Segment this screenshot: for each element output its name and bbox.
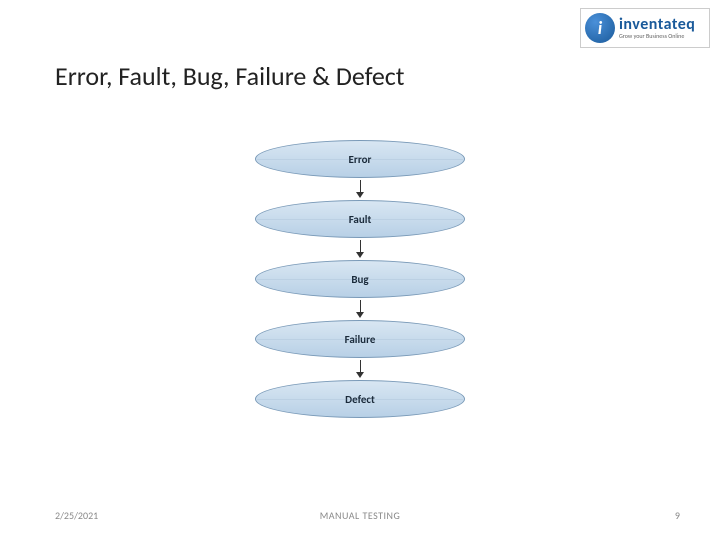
footer-title: MANUAL TESTING: [320, 509, 401, 522]
footer-page-number: 9: [675, 509, 680, 522]
node-fault: Fault: [255, 200, 465, 238]
node-bug: Bug: [255, 260, 465, 298]
node-defect: Defect: [255, 380, 465, 418]
slide-title: Error, Fault, Bug, Failure & Defect: [55, 60, 405, 92]
logo-tagline: Grow your Business Online: [619, 33, 695, 39]
slide-footer: 2/25/2021 MANUAL TESTING 9: [0, 509, 720, 522]
logo-text: inventateq: [619, 17, 695, 33]
brand-logo: i inventateq Grow your Business Online: [580, 8, 710, 48]
arrow-down-icon: [356, 238, 364, 260]
node-error: Error: [255, 140, 465, 178]
arrow-down-icon: [356, 178, 364, 200]
flow-diagram: Error Fault Bug Failure Defect: [0, 140, 720, 418]
footer-date: 2/25/2021: [55, 509, 98, 522]
arrow-down-icon: [356, 358, 364, 380]
arrow-down-icon: [356, 298, 364, 320]
node-failure: Failure: [255, 320, 465, 358]
logo-text-wrap: inventateq Grow your Business Online: [619, 17, 695, 39]
logo-icon: i: [585, 13, 615, 43]
